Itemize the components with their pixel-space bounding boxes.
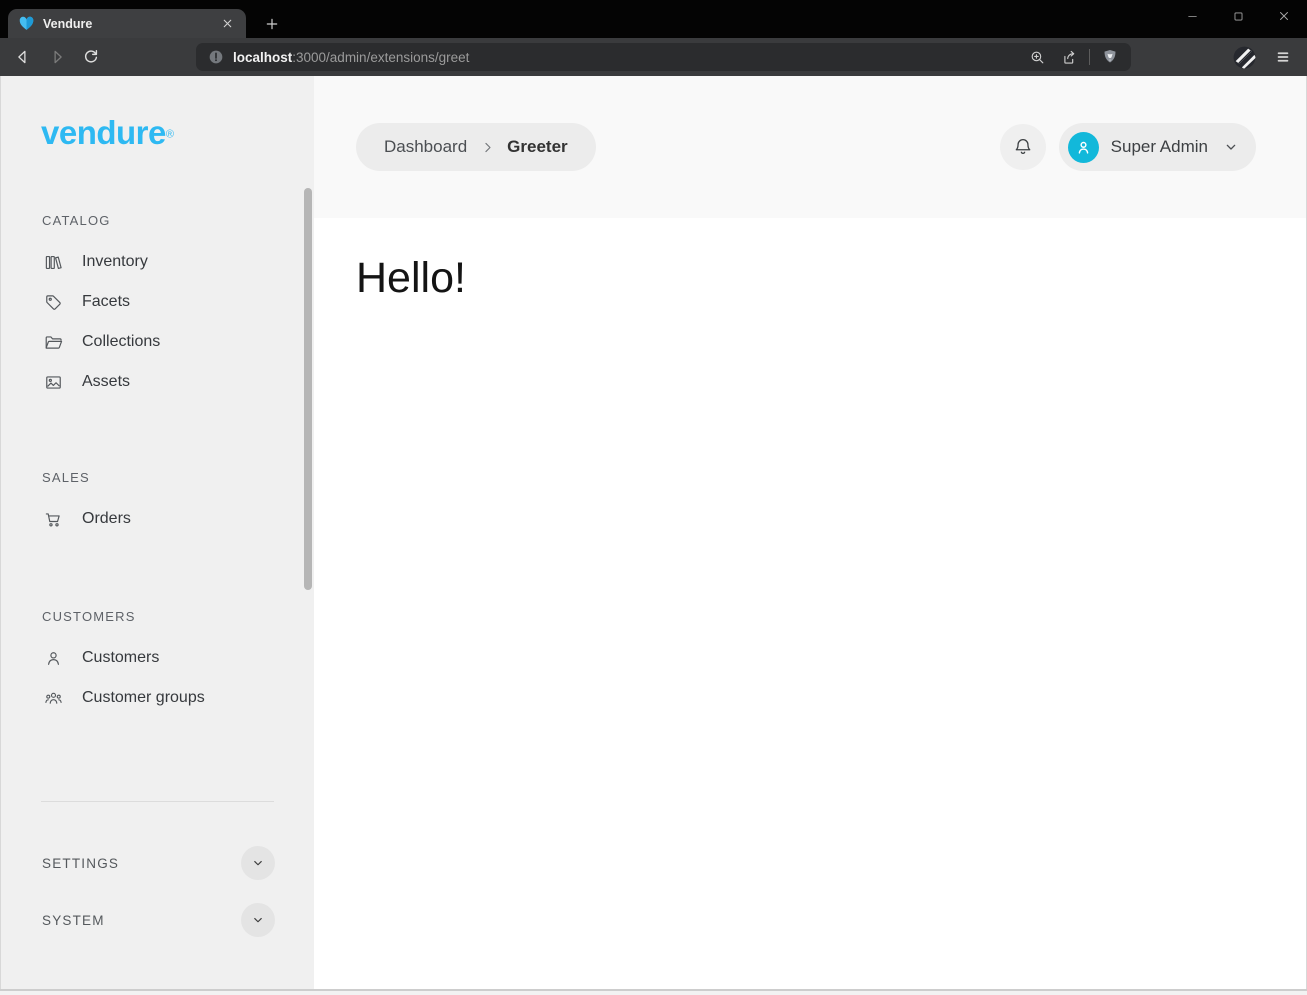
browser-window: Vendure (0, 0, 1307, 995)
sidebar: vendure® CATALOG Inventory (1, 76, 314, 989)
breadcrumb-current: Greeter (507, 137, 567, 157)
toolbar-right-actions (1232, 45, 1307, 70)
site-info-icon[interactable] (208, 49, 224, 65)
tab-title: Vendure (43, 17, 218, 31)
brave-shield-icon[interactable] (1101, 48, 1119, 66)
page: vendure® CATALOG Inventory (0, 76, 1307, 989)
main-area: Dashboard Greeter (314, 76, 1306, 989)
close-window-button[interactable] (1261, 0, 1307, 32)
sidebar-scrollbar[interactable] (304, 188, 312, 590)
browser-menu-icon[interactable] (1273, 47, 1293, 67)
url-host: localhost (233, 50, 292, 65)
sidebar-divider (41, 801, 274, 802)
breadcrumb-dashboard-link[interactable]: Dashboard (384, 137, 467, 157)
brave-rewards-icon[interactable] (1232, 45, 1257, 70)
sidebar-item-label: Facets (82, 293, 130, 311)
browser-tab[interactable]: Vendure (8, 9, 246, 38)
sidebar-item-inventory[interactable]: Inventory (1, 242, 314, 282)
maximize-button[interactable] (1215, 0, 1261, 32)
section-label-settings: SETTINGS (42, 856, 119, 871)
sidebar-item-label: Orders (82, 510, 131, 528)
header-actions: Super Admin (1000, 123, 1256, 171)
sidebar-item-customers[interactable]: Customers (1, 638, 314, 678)
image-icon (44, 373, 63, 392)
address-bar[interactable]: localhost:3000/admin/extensions/greet (196, 43, 1131, 71)
section-label-catalog: CATALOG (42, 213, 314, 228)
section-label-customers: CUSTOMERS (42, 609, 314, 624)
bell-icon (1012, 136, 1034, 158)
avatar (1068, 132, 1099, 163)
user-icon (44, 649, 63, 668)
vendure-favicon-icon (18, 15, 35, 32)
new-tab-button[interactable] (258, 10, 286, 38)
sidebar-section-settings[interactable]: SETTINGS (42, 846, 275, 880)
tab-close-icon[interactable] (218, 15, 236, 33)
sidebar-item-customer-groups[interactable]: Customer groups (1, 678, 314, 718)
minimize-button[interactable] (1169, 0, 1215, 32)
chevron-down-icon[interactable] (241, 903, 275, 937)
notifications-button[interactable] (1000, 124, 1046, 170)
user-menu-button[interactable]: Super Admin (1059, 123, 1256, 171)
chevron-right-icon (479, 139, 495, 155)
users-icon (44, 689, 63, 708)
zoom-icon[interactable] (1028, 48, 1046, 66)
page-content: Hello! (314, 218, 1306, 989)
address-bar-actions (1028, 48, 1119, 66)
sidebar-item-label: Inventory (82, 253, 148, 271)
user-name: Super Admin (1111, 137, 1208, 157)
sidebar-item-label: Assets (82, 373, 130, 391)
logo-registered-mark: ® (166, 129, 174, 141)
sidebar-item-label: Customers (82, 649, 159, 667)
forward-button[interactable] (48, 48, 66, 66)
logo-text: vendure (41, 114, 166, 151)
browser-titlebar: Vendure (0, 0, 1307, 38)
tag-icon (44, 293, 63, 312)
url-text: localhost:3000/admin/extensions/greet (233, 50, 469, 65)
sidebar-section-system[interactable]: SYSTEM (42, 903, 275, 937)
chevron-down-icon[interactable] (241, 846, 275, 880)
sidebar-item-assets[interactable]: Assets (1, 362, 314, 402)
back-button[interactable] (14, 48, 32, 66)
share-icon[interactable] (1060, 48, 1078, 66)
section-label-sales: SALES (42, 470, 314, 485)
breadcrumb: Dashboard Greeter (356, 123, 596, 171)
vendure-logo[interactable]: vendure® (1, 76, 314, 149)
folder-icon (44, 333, 63, 352)
cart-icon (44, 510, 63, 529)
sidebar-item-orders[interactable]: Orders (1, 499, 314, 539)
sidebar-item-collections[interactable]: Collections (1, 322, 314, 362)
browser-toolbar: localhost:3000/admin/extensions/greet (0, 38, 1307, 76)
chevron-down-icon (1222, 139, 1239, 156)
main-header: Dashboard Greeter (314, 76, 1306, 218)
window-bottom-edge (0, 989, 1307, 995)
url-path: :3000/admin/extensions/greet (292, 50, 469, 65)
sidebar-item-label: Customer groups (82, 689, 205, 707)
sidebar-item-facets[interactable]: Facets (1, 282, 314, 322)
library-icon (44, 253, 63, 272)
window-controls (1169, 0, 1307, 32)
section-label-system: SYSTEM (42, 913, 105, 928)
reload-button[interactable] (82, 48, 100, 66)
greeting-heading: Hello! (356, 254, 1306, 303)
sidebar-item-label: Collections (82, 333, 160, 351)
toolbar-divider (1089, 49, 1090, 65)
